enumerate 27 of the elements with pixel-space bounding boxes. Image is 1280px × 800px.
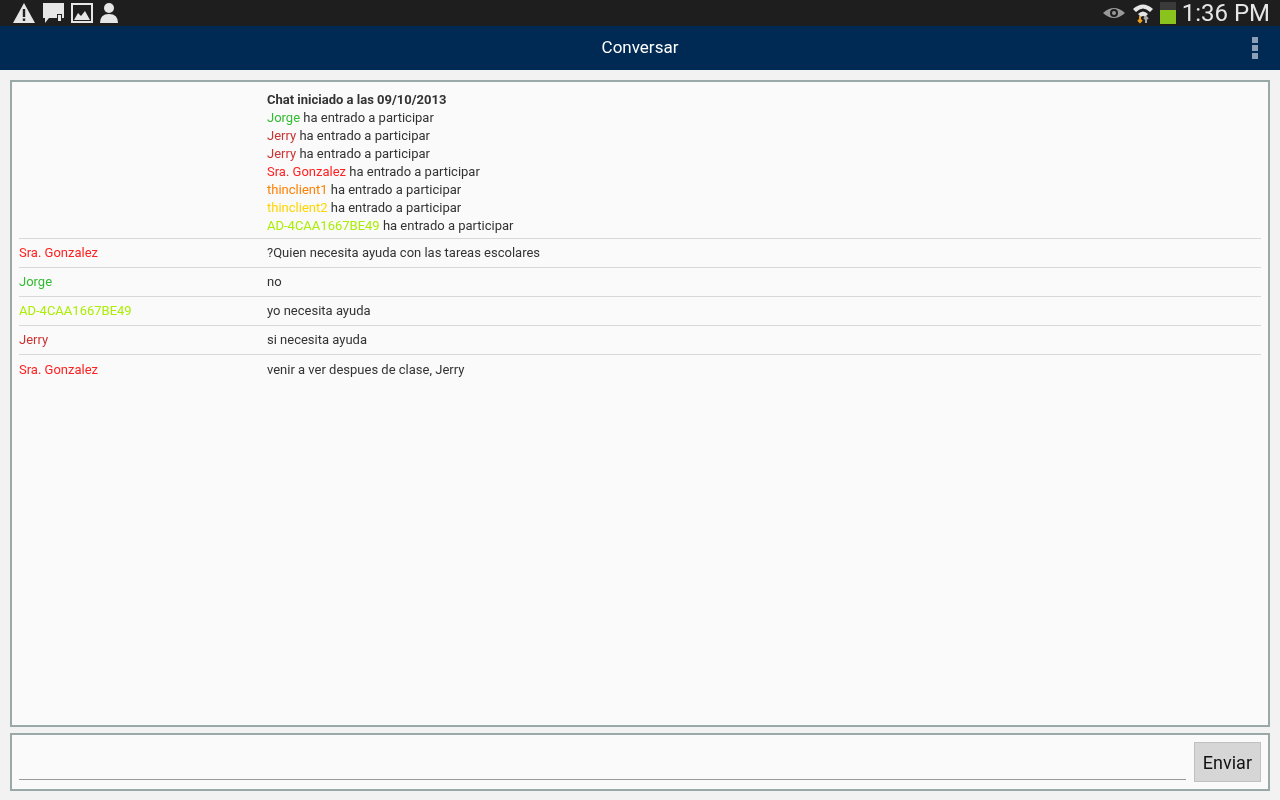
eye-icon [1101, 5, 1126, 21]
screen-title: Conversar [601, 36, 679, 60]
join-notice: Jorge ha entrado a participar [267, 109, 435, 127]
wifi-icon [1131, 2, 1154, 24]
join-notice: thinclient1 ha entrado a participar [267, 181, 463, 199]
join-notice: AD-4CAA1667BE49 ha entrado a participar [267, 217, 514, 235]
image-icon [71, 3, 93, 23]
overflow-menu-icon[interactable] [1252, 37, 1258, 59]
sender-name: Jerry [19, 331, 50, 350]
sender-name: AD-4CAA1667BE49 [19, 302, 133, 321]
join-notice: Sra. Gonzalez ha entrado a participar [267, 163, 481, 181]
send-button[interactable]: Enviar [1193, 742, 1261, 782]
message-text: venir a ver despues de clase, Jerry [267, 360, 465, 379]
sender-name: Sra. Gonzalez [19, 360, 100, 379]
chat-start-title: Chat iniciado a las 09/10/2013 [267, 91, 448, 109]
join-notice: Jerry ha entrado a participar [267, 127, 431, 145]
message-text: no [267, 273, 282, 292]
message-text: yo necesita ayuda [267, 302, 371, 321]
join-notice: thinclient2 ha entrado a participar [267, 199, 463, 217]
status-time: 1:36 PM [1181, 1, 1270, 25]
message-text: ?Quien necesita ayuda con las tareas escolares [267, 244, 541, 263]
message-text: si necesita ayuda [267, 331, 367, 350]
sender-name: Sra. Gonzalez [19, 244, 100, 263]
person-icon [99, 2, 119, 24]
battery-icon [1159, 2, 1176, 24]
join-notice: Jerry ha entrado a participar [267, 145, 431, 163]
sender-name: Jorge [19, 273, 54, 292]
